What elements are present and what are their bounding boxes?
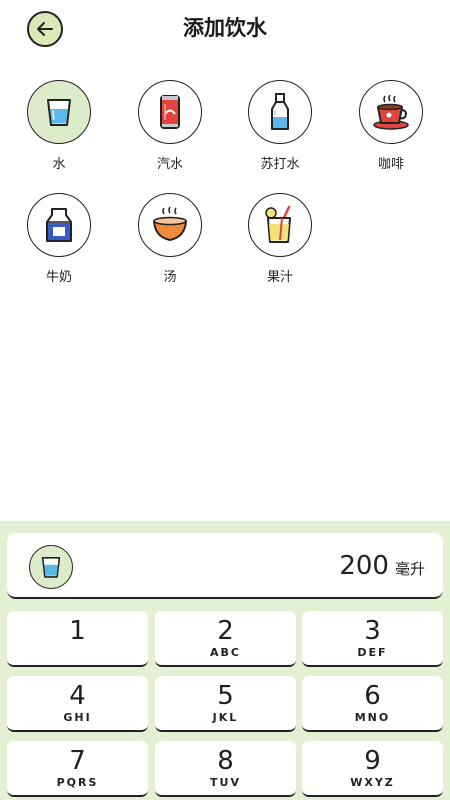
key-digit: 4 bbox=[69, 681, 86, 711]
drink-option-soda-water[interactable]: 苏打水 bbox=[235, 80, 325, 172]
drink-option-soda[interactable]: 汽水 bbox=[125, 80, 215, 172]
key-4[interactable]: 4 GHI bbox=[7, 676, 148, 732]
drink-icon-circle bbox=[138, 193, 202, 257]
drink-option-milk[interactable]: 牛奶 bbox=[14, 193, 104, 285]
drink-option-soup[interactable]: 汤 bbox=[125, 193, 215, 285]
soda-can-icon bbox=[160, 95, 180, 129]
drink-option-coffee[interactable]: 咖啡 bbox=[346, 80, 436, 172]
key-letters: JKL bbox=[212, 711, 239, 724]
drink-option-water[interactable]: 水 bbox=[14, 80, 104, 172]
key-6[interactable]: 6 MNO bbox=[302, 676, 443, 732]
drink-label: 苏打水 bbox=[260, 157, 300, 172]
key-2[interactable]: 2 ABC bbox=[155, 611, 296, 667]
key-letters: TUV bbox=[210, 776, 241, 789]
drink-icon-circle bbox=[248, 80, 312, 144]
soup-bowl-icon bbox=[153, 206, 187, 241]
key-letters: MNO bbox=[354, 711, 391, 724]
amount-readout: 200 毫升 bbox=[339, 551, 425, 581]
selected-drink-badge bbox=[29, 545, 73, 589]
key-9[interactable]: 9 WXYZ bbox=[302, 741, 443, 797]
key-digit: 5 bbox=[217, 681, 234, 711]
key-digit: 7 bbox=[69, 746, 86, 776]
key-7[interactable]: 7 PQRS bbox=[7, 741, 148, 797]
drink-icon-circle bbox=[27, 80, 91, 144]
key-digit: 6 bbox=[364, 681, 381, 711]
key-5[interactable]: 5 JKL bbox=[155, 676, 296, 732]
input-panel: 200 毫升 1 2 ABC 3 DEF 4 GHI 5 JKL 6 MNO 7… bbox=[0, 521, 450, 800]
drink-icon-circle bbox=[359, 80, 423, 144]
milk-carton-icon bbox=[46, 208, 72, 242]
page-title: 添加饮水 bbox=[183, 16, 267, 40]
key-letters: DEF bbox=[357, 646, 388, 659]
amount-value: 200 bbox=[339, 551, 389, 581]
drink-label: 水 bbox=[52, 157, 66, 172]
drink-label: 汽水 bbox=[156, 157, 183, 172]
juice-glass-icon bbox=[265, 205, 291, 243]
drink-icon-circle bbox=[138, 80, 202, 144]
amount-display: 200 毫升 bbox=[7, 533, 443, 599]
key-1[interactable]: 1 bbox=[7, 611, 148, 667]
key-letters: ABC bbox=[210, 646, 241, 659]
water-glass-icon bbox=[47, 99, 71, 126]
key-digit: 1 bbox=[69, 616, 86, 646]
key-digit: 2 bbox=[217, 616, 234, 646]
drink-option-juice[interactable]: 果汁 bbox=[235, 193, 325, 285]
drink-label: 果汁 bbox=[266, 270, 293, 285]
key-8[interactable]: 8 TUV bbox=[155, 741, 296, 797]
drink-label: 牛奶 bbox=[45, 270, 72, 285]
key-3[interactable]: 3 DEF bbox=[302, 611, 443, 667]
drink-icon-circle bbox=[248, 193, 312, 257]
key-digit: 3 bbox=[364, 616, 381, 646]
key-letters: PQRS bbox=[56, 776, 99, 789]
drink-label: 汤 bbox=[163, 270, 177, 285]
drink-icon-circle bbox=[27, 193, 91, 257]
water-glass-icon bbox=[41, 557, 61, 578]
soda-water-bottle-icon bbox=[271, 93, 289, 130]
key-letters: WXYZ bbox=[350, 776, 395, 789]
key-letters: GHI bbox=[63, 711, 92, 724]
drink-label: 咖啡 bbox=[377, 157, 404, 172]
coffee-cup-icon bbox=[373, 94, 409, 130]
key-digit: 9 bbox=[364, 746, 381, 776]
amount-unit: 毫升 bbox=[394, 560, 425, 578]
header: 添加饮水 bbox=[0, 0, 450, 56]
key-digit: 8 bbox=[217, 746, 234, 776]
